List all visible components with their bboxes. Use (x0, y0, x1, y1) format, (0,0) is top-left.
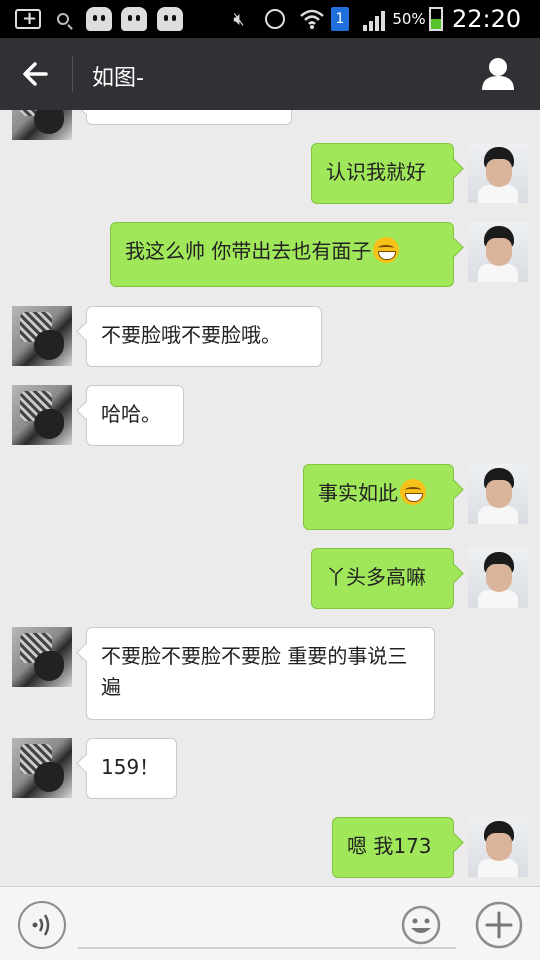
message-bubble-sent[interactable]: 丫头多高嘛 (311, 548, 454, 609)
message-bubble-received[interactable]: 不要脸不要脸不要脸 重要的事说三遍 (86, 627, 435, 720)
plus-icon (475, 901, 523, 949)
clock: 22:20 (452, 5, 522, 33)
contact-avatar[interactable] (12, 306, 72, 366)
signal-icon (360, 7, 388, 31)
grinning-face-icon (373, 237, 400, 263)
my-avatar[interactable] (468, 222, 528, 282)
message-bubble-sent[interactable]: 嗯 我173 (332, 817, 454, 878)
more-options-button[interactable] (474, 900, 524, 950)
contact-avatar[interactable] (12, 627, 72, 687)
input-underline (78, 947, 456, 949)
status-bar: 🔇︎ 1 50% 22:20 (0, 0, 540, 38)
message-bubble-received[interactable]: 159！ (86, 738, 177, 799)
message-bubble-sent[interactable]: 认识我就好 (311, 143, 454, 204)
qq-notification-icon (121, 7, 147, 31)
message-bubble-sent[interactable]: 事实如此 (303, 464, 454, 530)
header-divider (72, 56, 73, 92)
my-avatar[interactable] (468, 548, 528, 608)
message-bubble-received[interactable]: 不要脸哦不要脸哦。 (86, 306, 322, 367)
battery-icon (428, 7, 444, 31)
smiley-icon (401, 905, 441, 945)
my-avatar[interactable] (468, 143, 528, 203)
voice-icon (32, 914, 50, 936)
my-avatar[interactable] (468, 464, 528, 524)
qq-notification-icon (157, 7, 183, 31)
contact-avatar[interactable] (12, 110, 72, 140)
alarm-icon (262, 7, 288, 31)
message-text: 不要脸哦不要脸哦。 (101, 323, 281, 347)
input-bar (0, 886, 540, 960)
emoji-button[interactable] (400, 904, 442, 946)
message-text: 嗯 我173 (347, 834, 432, 858)
search-notification-icon (52, 7, 74, 31)
message-text: 我这么帅 你带出去也有面子 (125, 239, 372, 263)
my-avatar[interactable] (468, 817, 528, 877)
message-bubble-sent[interactable]: 我这么帅 你带出去也有面子 (110, 222, 454, 287)
message-text: 丫头多高嘛 (326, 565, 426, 589)
sim-icon: 1 (330, 7, 350, 31)
back-button[interactable] (16, 54, 58, 94)
message-text: 哈哈。 (101, 402, 161, 426)
arrow-left-icon (23, 62, 48, 86)
message-text: 159！ (101, 755, 160, 779)
sim-label: 1 (331, 7, 349, 31)
person-icon (482, 58, 514, 90)
message-list[interactable]: 认识我就好我这么帅 你带出去也有面子不要脸哦不要脸哦。 哈哈。事实如此丫头多高嘛不… (0, 110, 540, 886)
message-text: 认识我就好 (326, 160, 426, 184)
qq-notification-icon (86, 7, 112, 31)
message-text: 事实如此 (318, 481, 398, 505)
voice-button[interactable] (18, 901, 66, 949)
chat-header: 如图- (0, 38, 540, 110)
battery-percent: 50% (392, 10, 426, 28)
message-bubble-received[interactable]: 哈哈。 (86, 385, 184, 446)
chat-title: 如图- (92, 66, 144, 91)
contact-avatar[interactable] (12, 738, 72, 798)
mute-icon: 🔇︎ (233, 8, 245, 30)
message-text: 不要脸不要脸不要脸 重要的事说三遍 (101, 644, 408, 699)
wifi-icon (298, 7, 326, 31)
heart-eyes-face-icon (400, 479, 426, 505)
contact-avatar[interactable] (12, 385, 72, 445)
chat-info-button[interactable] (474, 54, 522, 94)
notification-app-icon (14, 7, 42, 31)
message-bubble-received[interactable] (86, 110, 292, 125)
